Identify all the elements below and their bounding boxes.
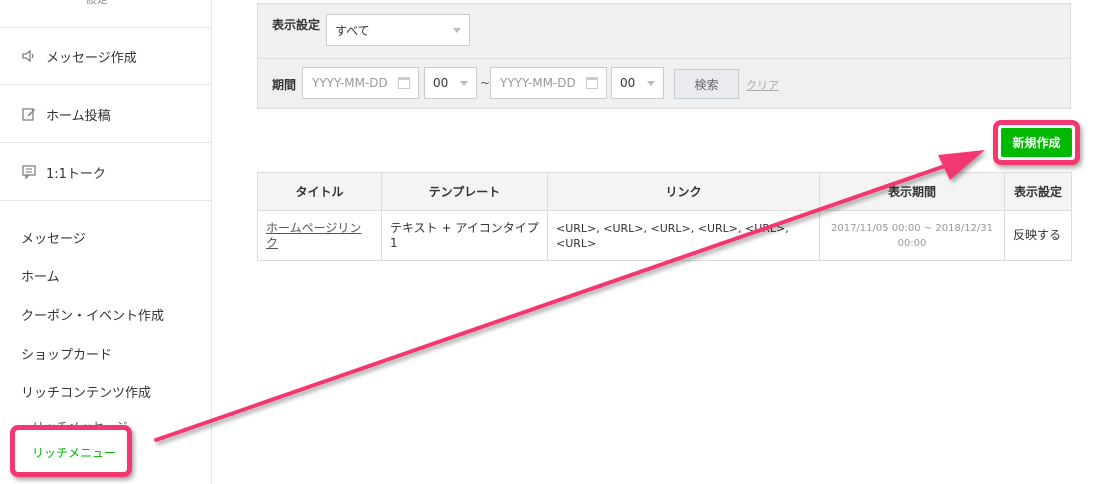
calendar-icon[interactable] <box>398 77 410 89</box>
end-date-placeholder: YYYY-MM-DD <box>500 76 576 90</box>
display-setting-label: 表示設定 <box>272 18 321 32</box>
filter-panel: 表示設定 すべて 期間 YYYY-MM-DD 00 ~ YYYY-MM-DD 0… <box>257 3 1071 109</box>
sidebar-item-label: メッセージ作成 <box>46 50 137 66</box>
edit-icon <box>20 105 38 123</box>
speaker-icon <box>20 47 38 65</box>
col-header-title: タイトル <box>257 172 382 211</box>
row-period: 2017/11/05 00:00 ~ 2018/12/31 00:00 <box>819 210 1005 261</box>
end-hour-select[interactable]: 00 <box>611 67 664 99</box>
col-header-status: 表示設定 <box>1004 172 1072 211</box>
sidebar-link-coupon[interactable]: クーポン・イベント作成 <box>21 305 164 324</box>
sidebar-top-label: 設定 <box>86 0 108 7</box>
chevron-down-icon <box>647 81 655 86</box>
chevron-down-icon <box>460 81 468 86</box>
clear-link[interactable]: クリア <box>746 77 779 93</box>
rich-menu-table: タイトル テンプレート リンク 表示期間 表示設定 ホームページリンク テキスト… <box>257 172 1072 261</box>
chevron-down-icon <box>453 28 461 33</box>
sidebar-link-home[interactable]: ホーム <box>21 266 60 285</box>
sidebar-link-rich-content[interactable]: リッチコンテンツ作成 <box>21 382 151 401</box>
table-header-row: タイトル テンプレート リンク 表示期間 表示設定 <box>257 172 1072 211</box>
row-status: 反映する <box>1004 210 1072 261</box>
end-hour-value: 00 <box>620 76 636 90</box>
end-date-input[interactable]: YYYY-MM-DD <box>490 67 607 99</box>
sidebar-item-label: 1:1トーク <box>46 166 106 182</box>
sidebar-link-shopcard[interactable]: ショップカード <box>21 344 112 363</box>
sidebar-top-item[interactable]: 設定 <box>0 0 211 28</box>
display-setting-select[interactable]: すべて <box>326 14 470 46</box>
start-date-placeholder: YYYY-MM-DD <box>312 76 388 90</box>
row-title-link[interactable]: ホームページリンク <box>257 210 382 261</box>
col-header-link: リンク <box>547 172 820 211</box>
sidebar-item-label: ホーム投稿 <box>46 108 111 124</box>
row-template: テキスト + アイコンタイプ 1 <box>381 210 548 261</box>
sidebar-item-home-post[interactable]: ホーム投稿 <box>0 86 211 143</box>
highlight-box-rich-menu <box>10 425 132 477</box>
start-date-input[interactable]: YYYY-MM-DD <box>302 67 419 99</box>
sidebar-item-message-create[interactable]: メッセージ作成 <box>0 28 211 85</box>
col-header-template: テンプレート <box>381 172 548 211</box>
display-setting-value: すべて <box>335 23 370 38</box>
highlight-box-new-button: 新規作成 <box>993 120 1080 165</box>
sidebar: 設定 メッセージ作成 ホーム投稿 1:1トーク メッセージ ホーム クーポン・イ… <box>0 0 212 484</box>
start-hour-value: 00 <box>433 76 449 90</box>
sidebar-item-talk[interactable]: 1:1トーク <box>0 144 211 201</box>
date-range-separator: ~ <box>480 76 491 90</box>
calendar-icon[interactable] <box>586 77 598 89</box>
sidebar-link-message[interactable]: メッセージ <box>21 228 86 247</box>
chat-icon <box>20 163 38 181</box>
col-header-period: 表示期間 <box>819 172 1005 211</box>
table-row: ホームページリンク テキスト + アイコンタイプ 1 <URL>, <URL>,… <box>257 210 1072 261</box>
new-create-button[interactable]: 新規作成 <box>1001 128 1072 157</box>
period-label: 期間 <box>272 78 297 92</box>
row-links: <URL>, <URL>, <URL>, <URL>, <URL>, <URL> <box>547 210 820 261</box>
search-button[interactable]: 検索 <box>674 69 739 99</box>
start-hour-select[interactable]: 00 <box>424 67 477 99</box>
